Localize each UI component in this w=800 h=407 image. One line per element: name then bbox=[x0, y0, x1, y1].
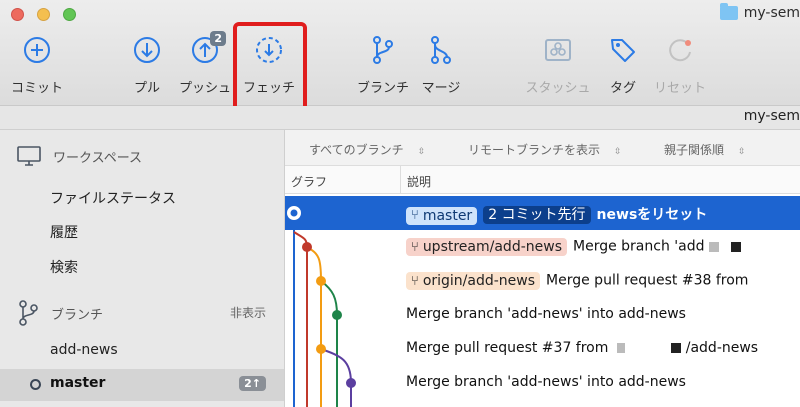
push-count-badge: 2 bbox=[210, 31, 226, 46]
branch-tag: ⑂ master bbox=[406, 206, 478, 225]
order-dropdown[interactable]: 親子関係順 ⇳ bbox=[664, 141, 746, 158]
branches-header-label: ブランチ bbox=[51, 307, 104, 323]
stash-icon bbox=[538, 32, 578, 68]
ahead-badge: 2 コミット先行 bbox=[483, 206, 591, 224]
redaction-mark bbox=[708, 241, 719, 252]
commit-label: コミット bbox=[10, 81, 63, 96]
stash-button[interactable]: スタッシュ bbox=[523, 32, 593, 96]
branch-icon: ⑂ bbox=[411, 273, 419, 289]
column-divider[interactable] bbox=[400, 166, 401, 194]
commit-message: Merge branch 'add-news' into add-news bbox=[406, 374, 686, 390]
commit-message: Merge branch 'add-news' into add-news bbox=[406, 306, 686, 322]
updown-chevron-icon: ⇳ bbox=[614, 147, 622, 157]
branch-label: ブランチ bbox=[356, 81, 409, 96]
arrow-up-circle-icon: 2 bbox=[185, 31, 226, 68]
updown-chevron-icon: ⇳ bbox=[738, 147, 746, 157]
repository-path-bar: my-sem bbox=[0, 106, 800, 130]
tag-icon bbox=[603, 32, 643, 68]
merge-label: マージ bbox=[421, 81, 461, 96]
sidebar-item-file-status[interactable]: ファイルステータス bbox=[50, 188, 176, 208]
reset-icon bbox=[660, 32, 700, 68]
commit-node bbox=[346, 378, 356, 388]
commit-node bbox=[316, 344, 326, 354]
push-button[interactable]: 2 プッシュ bbox=[170, 31, 240, 96]
updown-chevron-icon: ⇳ bbox=[417, 147, 426, 157]
branches-header[interactable]: ブランチ bbox=[17, 300, 103, 326]
stash-label: スタッシュ bbox=[525, 81, 591, 96]
branch-icon bbox=[19, 300, 38, 326]
repository-name: my-sem bbox=[743, 108, 800, 124]
toolbar: my-sem コミット プル 2 プッシュ フェッチ ブランチ マージ スタッシ… bbox=[0, 0, 800, 114]
minimize-window-button[interactable] bbox=[37, 8, 50, 21]
commit-graph bbox=[287, 206, 356, 407]
branch-icon: ⑂ bbox=[411, 239, 419, 255]
current-branch-icon bbox=[30, 379, 41, 390]
redaction-mark bbox=[731, 241, 742, 252]
pull-label: プル bbox=[133, 81, 160, 96]
all-branches-label: すべてのブランチ bbox=[309, 143, 404, 157]
show-remote-dropdown[interactable]: リモートブランチを表示 ⇳ bbox=[468, 141, 622, 158]
graph-column-header[interactable]: グラフ bbox=[291, 173, 327, 190]
workspace-header[interactable]: ワークスペース bbox=[17, 146, 142, 166]
commit-node bbox=[316, 276, 326, 286]
description-column-header[interactable]: 説明 bbox=[407, 173, 431, 190]
zoom-window-button[interactable] bbox=[63, 8, 76, 21]
branch-tag-label: master bbox=[422, 207, 473, 224]
commit-history-panel: すべてのブランチ ⇳ リモートブランチを表示 ⇳ 親子関係順 ⇳ グラフ 説明 ⑂ ma… bbox=[285, 130, 800, 407]
sidebar-branch-add-news[interactable]: add-news bbox=[50, 342, 118, 358]
push-label: プッシュ bbox=[178, 81, 231, 96]
folder-icon bbox=[719, 3, 738, 20]
ahead-count-badge: 2↑ bbox=[239, 376, 266, 391]
show-remote-label: リモートブランチを表示 bbox=[468, 143, 601, 157]
sidebar-branch-master-label: master bbox=[50, 375, 106, 391]
filter-bar: すべてのブランチ ⇳ リモートブランチを表示 ⇳ 親子関係順 ⇳ bbox=[285, 130, 800, 166]
branch-tag: ⑂ origin/add-news bbox=[406, 272, 541, 290]
commit-node bbox=[302, 242, 312, 252]
merge-icon bbox=[421, 32, 461, 68]
branches-hide-toggle[interactable]: 非表示 bbox=[230, 304, 266, 321]
window-title-text: my-sem bbox=[743, 5, 800, 21]
branch-icon bbox=[363, 32, 403, 68]
commit-button[interactable]: コミット bbox=[2, 32, 72, 96]
commit-message: Merge pull request #38 from bbox=[546, 272, 749, 289]
sidebar-item-search[interactable]: 検索 bbox=[50, 257, 78, 277]
commit-message: Merge pull request #37 from bbox=[406, 340, 609, 356]
redaction-mark bbox=[616, 343, 625, 353]
branch-icon: ⑂ bbox=[411, 208, 419, 223]
branch-tag-label: origin/add-news bbox=[422, 273, 536, 289]
commit-node-center bbox=[290, 209, 298, 217]
commit-message: Merge branch 'add bbox=[573, 238, 705, 255]
commit-message: newsをリセット bbox=[596, 207, 708, 223]
workspace-header-label: ワークスペース bbox=[53, 150, 143, 166]
sidebar-item-history[interactable]: 履歴 bbox=[50, 222, 78, 242]
window-title: my-sem bbox=[719, 3, 800, 21]
reset-button[interactable]: リセット bbox=[645, 32, 715, 96]
plus-circle-icon bbox=[17, 32, 57, 68]
sidebar: ワークスペース ファイルステータス 履歴 検索 ブランチ 非表示 add-new… bbox=[0, 130, 285, 407]
reset-label: リセット bbox=[653, 81, 706, 96]
redaction-mark bbox=[671, 343, 682, 353]
monitor-icon bbox=[17, 146, 41, 166]
all-branches-dropdown[interactable]: すべてのブランチ ⇳ bbox=[309, 141, 425, 158]
arrow-down-circle-icon bbox=[127, 32, 167, 68]
branch-tag-label: upstream/add-news bbox=[422, 239, 562, 255]
column-header: グラフ 説明 bbox=[285, 166, 800, 194]
order-label: 親子関係順 bbox=[664, 143, 725, 157]
fetch-highlight-box bbox=[233, 22, 307, 114]
commit-message-suffix: /add-news bbox=[685, 340, 759, 356]
merge-button[interactable]: マージ bbox=[406, 32, 476, 96]
close-window-button[interactable] bbox=[11, 8, 24, 21]
tag-label: タグ bbox=[609, 81, 636, 96]
branch-tag: ⑂ upstream/add-news bbox=[406, 238, 567, 256]
sidebar-branch-master[interactable]: master 2↑ bbox=[0, 369, 284, 401]
commit-node bbox=[332, 310, 342, 320]
